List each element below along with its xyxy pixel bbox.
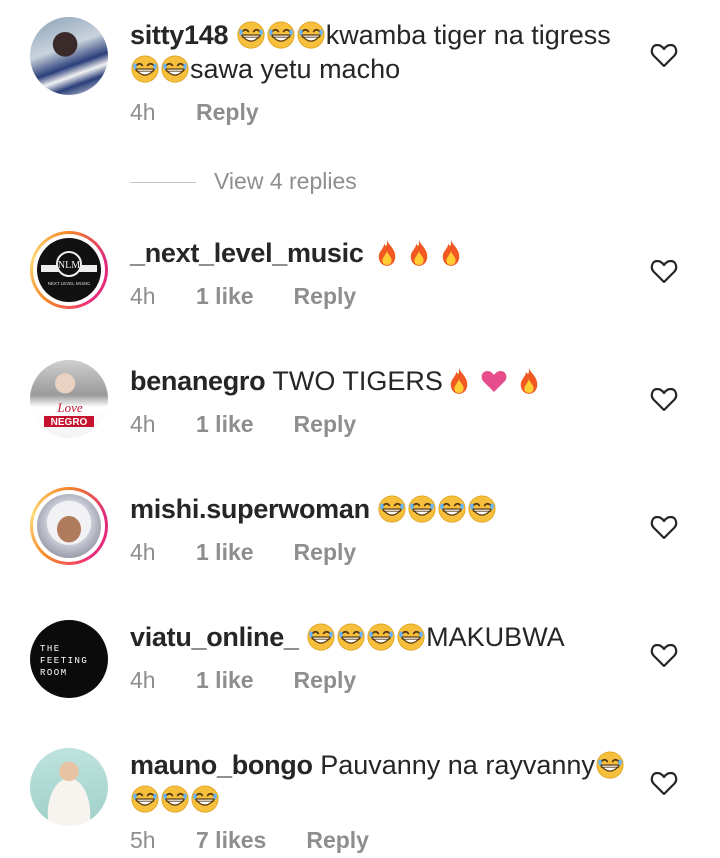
reply-button[interactable]: Reply [294, 411, 357, 438]
comment-meta: 4h 1 like Reply [130, 539, 356, 566]
laugh-emoji [408, 495, 436, 523]
avatar-text-negro: NEGRO [51, 417, 88, 428]
comment-username[interactable]: mishi.superwoman [130, 494, 370, 524]
comment-body: TWO TIGERS [272, 366, 443, 396]
laugh-emoji [397, 623, 425, 651]
comment-body: MAKUBWA [426, 622, 565, 652]
comment-body: sawa yetu macho [190, 54, 401, 84]
avatar[interactable] [30, 748, 108, 826]
comment-text: viatu_online_ MAKUBWA [130, 620, 630, 654]
avatar[interactable]: NLM NEXT LEVEL MUSIC [30, 231, 108, 309]
heart-outline-icon[interactable] [650, 386, 678, 412]
comment-text: benanegro TWO TIGERS [130, 364, 630, 398]
comment-username[interactable]: _next_level_music [130, 238, 364, 268]
avatar-photo [37, 494, 101, 558]
comment-body: kwamba tiger na tigress [325, 20, 611, 50]
avatar[interactable]: Love NEGRO [30, 360, 108, 438]
comment-meta: 5h 7 likes Reply [130, 827, 369, 854]
comment-time: 5h [130, 827, 156, 853]
heart-outline-icon[interactable] [650, 258, 678, 284]
comment-username[interactable]: mauno_bongo [130, 750, 313, 780]
laugh-emoji [297, 21, 325, 49]
comment-meta: 4h 1 like Reply [130, 411, 356, 438]
comment-time: 4h [130, 539, 156, 565]
laugh-emoji [267, 21, 295, 49]
laugh-emoji [307, 623, 335, 651]
avatar-photo [30, 748, 108, 826]
comment-username[interactable]: viatu_online_ [130, 622, 299, 652]
laugh-emoji [237, 21, 265, 49]
comment-username[interactable]: benanegro [130, 366, 266, 396]
pink-heart-emoji [481, 369, 507, 393]
comment-time: 4h [130, 411, 156, 437]
reply-button[interactable]: Reply [196, 99, 259, 126]
likes-count[interactable]: 1 like [196, 667, 254, 694]
laugh-emoji [131, 55, 159, 83]
likes-count[interactable]: 7 likes [196, 827, 266, 854]
avatar-text-love: Love [56, 400, 83, 415]
comment-text: mishi.superwoman [130, 492, 630, 526]
comment-username[interactable]: sitty148 [130, 20, 228, 50]
avatar-text-line1: THE [40, 644, 61, 654]
avatar-photo [30, 17, 108, 95]
avatar-text-line3: ROOM [40, 668, 68, 678]
divider [130, 182, 196, 184]
avatar-text-line2: FEETING [40, 656, 88, 666]
view-replies-label: View 4 replies [214, 168, 357, 194]
comment-time: 4h [130, 283, 156, 309]
reply-button[interactable]: Reply [294, 539, 357, 566]
fire-emoji [376, 239, 398, 267]
laugh-emoji [131, 785, 159, 813]
likes-count[interactable]: 1 like [196, 411, 254, 438]
laugh-emoji [191, 785, 219, 813]
fire-emoji [518, 367, 540, 395]
heart-outline-icon[interactable] [650, 642, 678, 668]
avatar[interactable] [30, 487, 108, 565]
comment-meta: 4h 1 like Reply [130, 283, 356, 310]
likes-count[interactable]: 1 like [196, 283, 254, 310]
comment-text: _next_level_music [130, 236, 630, 270]
fire-emoji [408, 239, 430, 267]
avatar-photo: THE FEETING ROOM [30, 620, 108, 698]
avatar-photo: Love NEGRO [30, 360, 108, 438]
comment-time: 4h [130, 99, 156, 125]
comment-time: 4h [130, 667, 156, 693]
comment-meta: 4h Reply [130, 99, 259, 126]
heart-outline-icon[interactable] [650, 42, 678, 68]
laugh-emoji [438, 495, 466, 523]
avatar[interactable] [30, 17, 108, 95]
laugh-emoji [337, 623, 365, 651]
reply-button[interactable]: Reply [306, 827, 369, 854]
laugh-emoji [468, 495, 496, 523]
avatar-photo: NLM NEXT LEVEL MUSIC [37, 238, 101, 302]
reply-button[interactable]: Reply [294, 667, 357, 694]
fire-emoji [440, 239, 462, 267]
reply-button[interactable]: Reply [294, 283, 357, 310]
likes-count[interactable]: 1 like [196, 539, 254, 566]
heart-outline-icon[interactable] [650, 514, 678, 540]
fire-emoji [448, 367, 470, 395]
comment-text: sitty148 kwamba tiger na tigress sawa yet… [130, 18, 630, 86]
heart-outline-icon[interactable] [650, 770, 678, 796]
comment-meta: 4h 1 like Reply [130, 667, 356, 694]
laugh-emoji [596, 751, 624, 779]
laugh-emoji [378, 495, 406, 523]
laugh-emoji [367, 623, 395, 651]
laugh-emoji [161, 55, 189, 83]
laugh-emoji [161, 785, 189, 813]
comment-body: Pauvanny na rayvanny [320, 750, 595, 780]
avatar[interactable]: THE FEETING ROOM [30, 620, 108, 698]
logo-caption: NEXT LEVEL MUSIC [48, 281, 92, 286]
logo-text: NLM [58, 260, 80, 271]
view-replies-button[interactable]: View 4 replies [130, 168, 357, 195]
comment-text: mauno_bongo Pauvanny na rayvanny [130, 748, 630, 816]
nlm-logo-icon: NLM NEXT LEVEL MUSIC [41, 251, 97, 286]
